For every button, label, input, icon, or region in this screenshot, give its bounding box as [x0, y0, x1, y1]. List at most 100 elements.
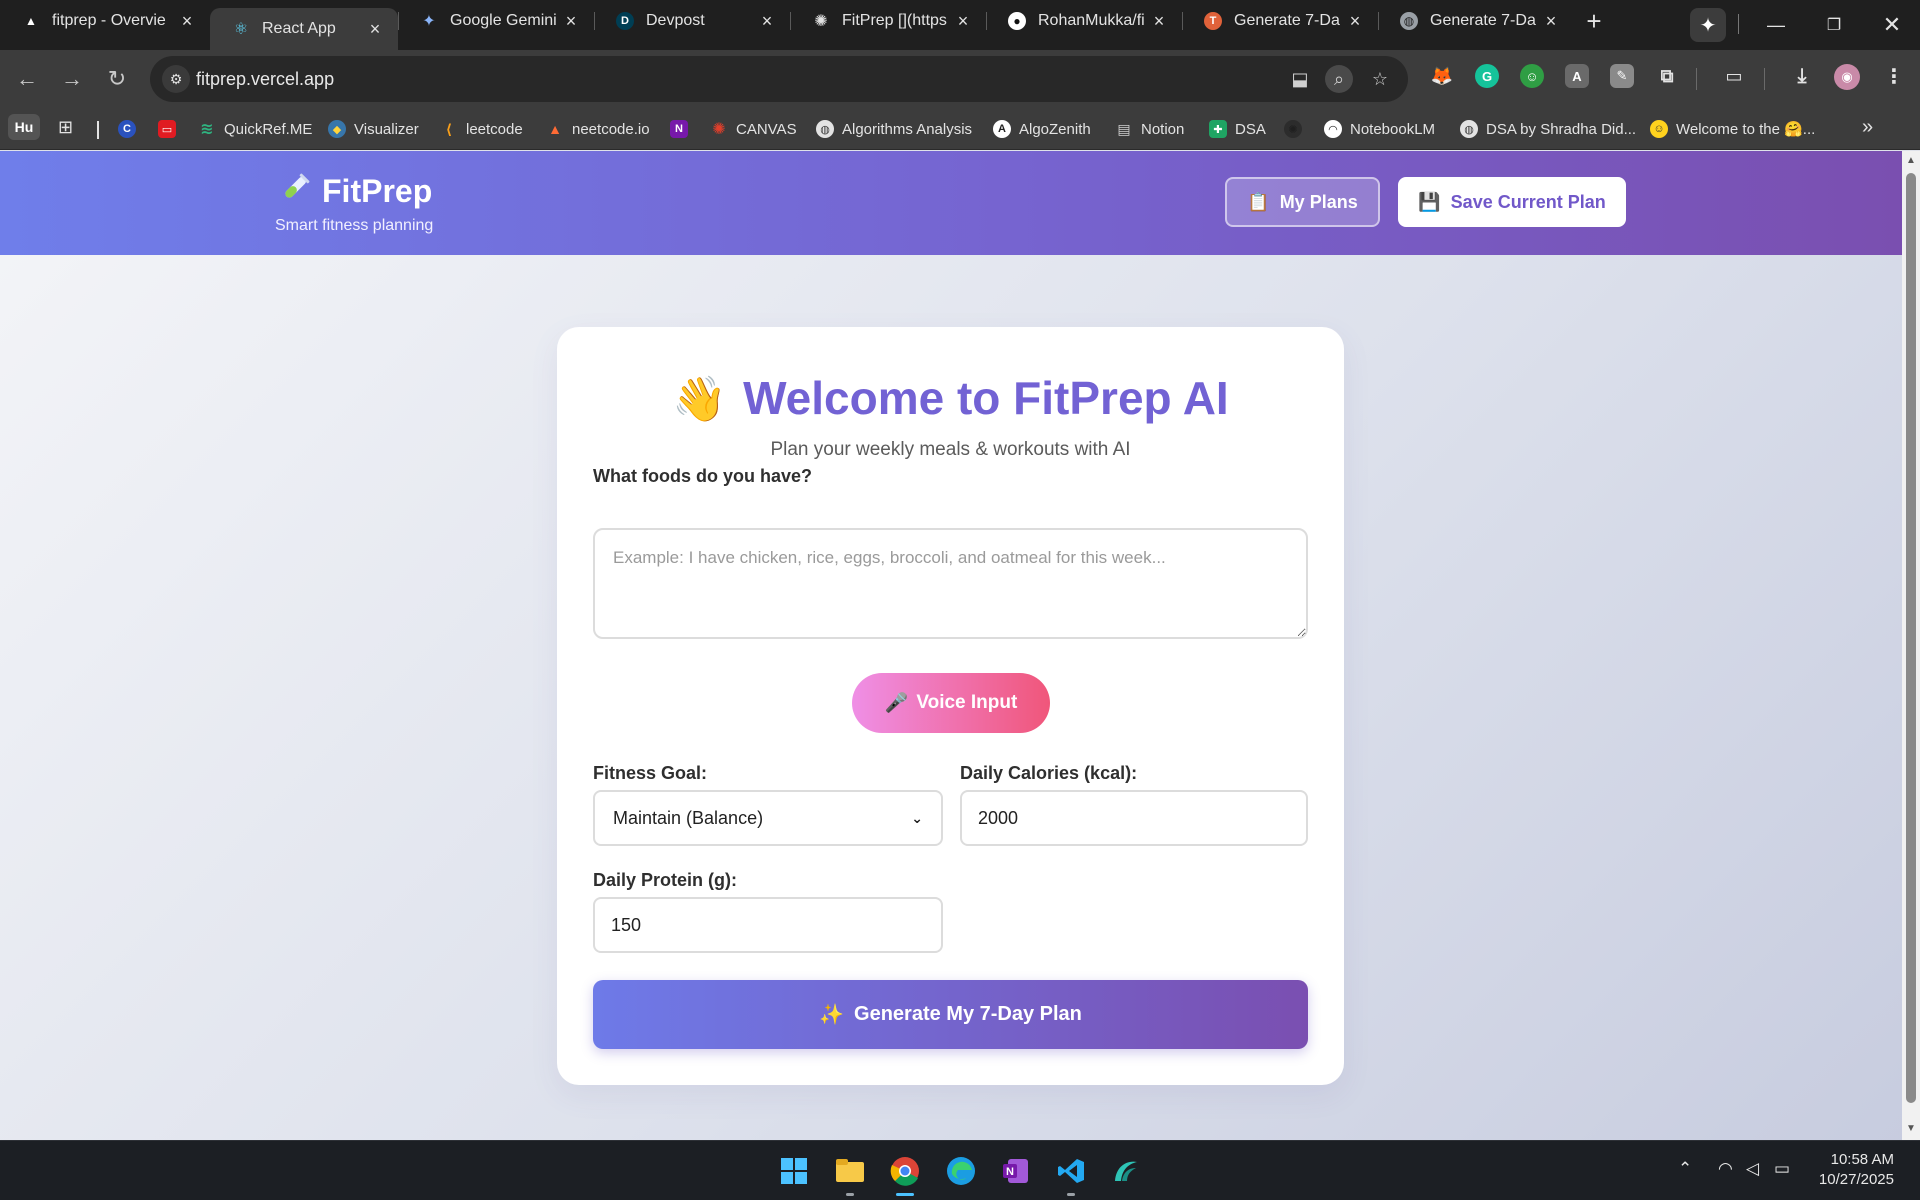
bookmark-huggingface[interactable]: ☺ Welcome to the 🤗...	[1650, 117, 1815, 141]
bookmark-openai[interactable]: ✺	[1284, 117, 1310, 141]
foods-label: What foods do you have?	[593, 466, 812, 486]
gemini-button[interactable]: ✦	[1690, 8, 1726, 42]
new-tab-button[interactable]: +	[1574, 0, 1614, 42]
close-icon[interactable]: ×	[366, 19, 384, 39]
more-bookmarks-icon[interactable]: »	[1862, 116, 1873, 139]
generate-plan-button[interactable]: ✨ Generate My 7-Day Plan	[593, 980, 1308, 1049]
font-extension-icon[interactable]: A	[1565, 64, 1589, 88]
save-current-plan-button[interactable]: 💾 Save Current Plan	[1398, 177, 1626, 227]
close-window-button[interactable]: ✕	[1864, 0, 1920, 50]
github-icon: ●	[1008, 12, 1026, 30]
tab-generate-7-day-2[interactable]: ◍ Generate 7-Day ×	[1378, 0, 1574, 42]
close-icon[interactable]: ×	[758, 11, 776, 31]
fitness-goal-select[interactable]: Maintain (Balance) ⌄	[593, 790, 943, 846]
tab-generate-7-day-1[interactable]: T Generate 7-Day ×	[1182, 0, 1378, 42]
address-bar[interactable]: ⚙ fitprep.vercel.app ⬓ ⌕ ☆	[150, 56, 1408, 102]
app-logo[interactable]: FitPrep	[280, 173, 432, 210]
bookmark-algorithms-analysis[interactable]: ◍ Algorithms Analysis	[816, 117, 972, 141]
bookmark-hu[interactable]: Hu	[8, 114, 40, 140]
bookmark-oracle[interactable]: ▭	[158, 117, 184, 141]
battery-icon[interactable]: ▭	[1774, 1159, 1790, 1179]
bookmark-leetcode[interactable]: ⟨ leetcode	[440, 117, 523, 141]
forward-button[interactable]: →	[55, 62, 89, 96]
file-explorer-icon[interactable]	[830, 1151, 870, 1191]
system-clock[interactable]: 10:58 AM 10/27/2025	[1812, 1150, 1894, 1190]
tab-google-gemini[interactable]: ✦ Google Gemini ×	[398, 0, 594, 42]
oracle-icon: ▭	[158, 120, 176, 138]
onenote-icon[interactable]: N	[996, 1151, 1036, 1191]
tab-search-icon[interactable]: ▭	[1722, 64, 1746, 88]
download-icon[interactable]: ⤓	[1790, 64, 1814, 88]
close-icon[interactable]: ×	[178, 11, 196, 31]
bookmark-visualizer[interactable]: ◆ Visualizer	[328, 117, 419, 141]
bookmark-notion[interactable]: ▤ Notion	[1115, 117, 1184, 141]
scrollbar-thumb[interactable]	[1906, 173, 1916, 1103]
my-plans-button[interactable]: 📋 My Plans	[1225, 177, 1380, 227]
grammarly-icon[interactable]: G	[1475, 64, 1499, 88]
coursera-icon: C	[118, 120, 136, 138]
daily-calories-input[interactable]	[960, 790, 1308, 846]
windows-start-icon[interactable]	[774, 1151, 814, 1191]
wifi-icon[interactable]: ◠	[1718, 1159, 1733, 1179]
edge-icon[interactable]	[941, 1151, 981, 1191]
show-hidden-icons-icon[interactable]: ⌃	[1678, 1159, 1692, 1179]
zoom-icon[interactable]: ⌕	[1325, 65, 1353, 93]
bookmark-dsa-shradha[interactable]: ◍ DSA by Shradha Did...	[1460, 117, 1636, 141]
reload-button[interactable]: ↻	[100, 62, 134, 96]
bookmark-notebooklm[interactable]: ◠ NotebookLM	[1324, 117, 1435, 141]
tab-title: Devpost	[646, 12, 705, 29]
restore-button[interactable]: ❐	[1806, 0, 1862, 50]
volume-icon[interactable]: ◁	[1746, 1159, 1759, 1179]
bookmark-canvas[interactable]: ✺ CANVAS	[710, 117, 796, 141]
fitness-goal-value: Maintain (Balance)	[613, 807, 764, 828]
bookmark-onenote[interactable]: N	[670, 117, 696, 141]
generate-plan-label: Generate My 7-Day Plan	[854, 1003, 1082, 1025]
page-scrollbar[interactable]: ▲ ▼	[1902, 151, 1920, 1140]
tab-devpost[interactable]: D Devpost ×	[594, 0, 790, 42]
scroll-up-arrow-icon[interactable]: ▲	[1905, 155, 1917, 167]
globe-icon: ◍	[816, 120, 834, 138]
tab-github-repo[interactable]: ● RohanMukka/fit ×	[986, 0, 1182, 42]
canvas-icon: ✺	[712, 121, 726, 138]
daily-protein-input[interactable]	[593, 897, 943, 953]
close-icon[interactable]: ×	[1542, 11, 1560, 31]
gemini-icon: ✦	[422, 13, 436, 30]
site-info-icon[interactable]: ⚙	[162, 65, 190, 93]
scroll-down-arrow-icon[interactable]: ▼	[1905, 1123, 1917, 1135]
robot-extension-icon[interactable]: ☺	[1520, 64, 1544, 88]
clipboard-icon: 📋	[1247, 191, 1270, 212]
bookmark-dsa[interactable]: ✚ DSA	[1209, 117, 1266, 141]
profile-avatar[interactable]: ◉	[1834, 64, 1860, 90]
tab-react-app[interactable]: ⚛ React App ×	[210, 8, 398, 50]
install-app-icon[interactable]: ⬓	[1286, 65, 1314, 93]
bookmark-star-icon[interactable]: ☆	[1366, 65, 1394, 93]
url-text[interactable]: fitprep.vercel.app	[196, 69, 334, 90]
close-icon[interactable]: ×	[562, 11, 580, 31]
metamask-icon[interactable]: 🦊	[1430, 64, 1454, 88]
close-icon[interactable]: ×	[954, 11, 972, 31]
minimize-button[interactable]: —	[1748, 0, 1804, 50]
edit-extension-icon[interactable]: ✎	[1610, 64, 1634, 88]
windows-taskbar: N ⌃ ◠ ◁ ▭ 10:58 AM 10/27/2025	[0, 1140, 1920, 1200]
close-icon[interactable]: ×	[1346, 11, 1364, 31]
apps-grid-icon[interactable]: ⊞	[58, 117, 73, 138]
bookmark-label: Notion	[1141, 120, 1185, 138]
vscode-icon[interactable]	[1051, 1151, 1091, 1191]
divider	[1764, 68, 1765, 90]
voice-input-button[interactable]: 🎤 Voice Input	[852, 673, 1050, 733]
waving-hand-icon: 👋	[672, 375, 728, 424]
bookmark-algozenith[interactable]: A AlgoZenith	[993, 117, 1091, 141]
bookmark-coursera[interactable]: C	[118, 117, 144, 141]
menu-dots-icon[interactable]: ⋮	[1882, 64, 1906, 88]
foods-textarea[interactable]	[593, 528, 1308, 639]
wave-app-icon[interactable]	[1106, 1151, 1146, 1191]
sheets-icon: ✚	[1209, 120, 1227, 138]
bookmark-quickref[interactable]: ≋ QuickRef.ME	[198, 117, 312, 141]
tab-fitprep-overview[interactable]: ▲ fitprep - Overvie ×	[0, 0, 210, 42]
extensions-puzzle-icon[interactable]: ⧉	[1655, 64, 1679, 88]
bookmark-neetcode[interactable]: ▲ neetcode.io	[546, 117, 650, 141]
tab-fitprep-chatgpt[interactable]: ✺ FitPrep [](https:/ ×	[790, 0, 986, 42]
chrome-icon[interactable]	[885, 1151, 925, 1191]
back-button[interactable]: ←	[10, 62, 44, 96]
close-icon[interactable]: ×	[1150, 11, 1168, 31]
